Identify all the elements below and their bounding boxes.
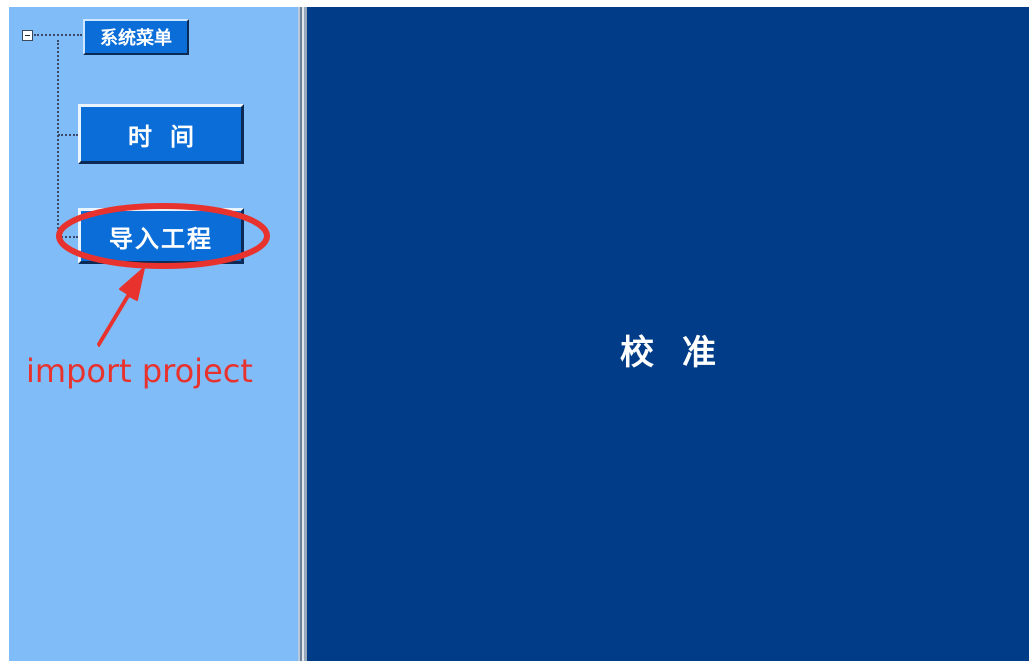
tree-connector bbox=[58, 134, 78, 136]
main-panel: 校准 bbox=[307, 7, 1029, 661]
import-project-button[interactable]: 导入工程 bbox=[78, 208, 244, 264]
annotation-label: import project bbox=[26, 352, 253, 390]
time-button-label: 时间 bbox=[128, 121, 212, 151]
tree-connector bbox=[58, 236, 78, 238]
app-window: 系统菜单 时间 导入工程 校准 import project bbox=[0, 0, 1029, 661]
panel-splitter[interactable] bbox=[298, 7, 307, 661]
collapse-minus-icon[interactable] bbox=[22, 30, 33, 41]
tree-connector bbox=[57, 40, 59, 236]
tree-connector bbox=[34, 34, 82, 36]
calibration-title: 校准 bbox=[620, 333, 744, 373]
system-menu-label: 系统菜单 bbox=[100, 28, 172, 49]
import-project-button-label: 导入工程 bbox=[109, 223, 213, 253]
system-menu-root[interactable]: 系统菜单 bbox=[83, 19, 189, 55]
time-button[interactable]: 时间 bbox=[78, 104, 244, 164]
